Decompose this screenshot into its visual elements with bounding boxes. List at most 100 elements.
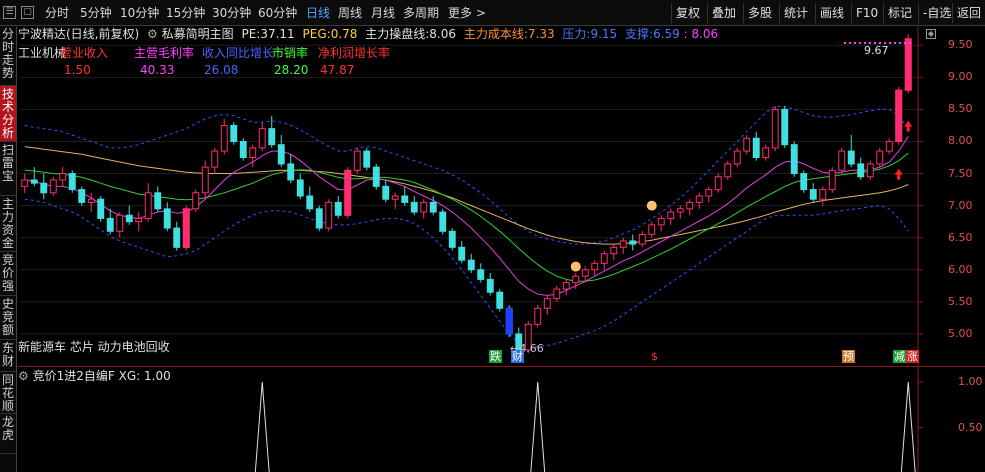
toolbar-button-1[interactable]: 叠加 [707,3,740,23]
toolbar-button-5[interactable]: F10 [851,3,882,23]
period-6[interactable]: 日线 [306,5,330,21]
candle[interactable] [857,163,865,178]
candle[interactable] [733,150,741,165]
candle[interactable] [277,144,285,165]
candle[interactable] [695,195,703,203]
candle[interactable] [762,147,770,159]
candle[interactable] [68,173,76,191]
candle[interactable] [809,189,817,200]
candle[interactable] [353,150,361,171]
left-tab-3[interactable]: 主力资金 [0,196,16,252]
candle[interactable] [562,282,570,290]
candle[interactable] [885,140,893,152]
candle[interactable] [125,214,133,223]
toolbar-button-4[interactable]: 画线 [815,3,848,23]
candle[interactable] [173,227,181,248]
candle[interactable] [372,166,380,187]
candle[interactable] [847,150,855,165]
close-icon[interactable]: ◆ [926,29,936,39]
event-marker-4[interactable]: 减 [893,350,906,363]
event-marker-5[interactable]: 涨 [906,350,919,363]
main-chart-pane[interactable]: 宁波精达(日线,前复权) ⚙ 私募简明主图 PE:37.11 PEG:0.78 … [18,26,985,366]
settings-icon[interactable]: ⚙ [147,27,158,41]
candle[interactable] [163,208,171,229]
period-4[interactable]: 30分钟 [212,5,251,21]
candle[interactable] [638,233,646,245]
left-tab-0[interactable]: 分时走势 [0,26,16,86]
toolbar-button-3[interactable]: 统计 [779,3,812,23]
candle[interactable] [382,185,390,200]
candle[interactable] [315,208,323,229]
candle[interactable] [600,253,608,264]
highlight-candle[interactable] [505,307,513,335]
candle[interactable] [211,150,219,168]
candle[interactable] [477,269,485,280]
candle[interactable] [458,246,466,261]
stock-name[interactable]: 宁波精达(日线,前复权) [18,27,139,41]
candle[interactable] [648,224,656,235]
candle[interactable] [686,201,694,210]
candle[interactable] [230,124,238,142]
candle[interactable] [40,182,48,194]
candle[interactable] [534,307,542,325]
event-marker-2[interactable]: $ [650,350,659,363]
candle[interactable] [106,217,114,232]
candle[interactable] [429,201,437,213]
candle[interactable] [30,179,38,184]
candle[interactable] [705,189,713,197]
candle[interactable] [619,240,627,248]
candle[interactable] [363,150,371,168]
period-5[interactable]: 60分钟 [258,5,297,21]
highlight-candle[interactable] [904,38,912,91]
candle[interactable] [249,147,257,159]
candle[interactable] [553,288,561,300]
left-tab-1[interactable]: 技术分析 [0,86,16,142]
candle[interactable] [239,140,247,159]
sub-indicator-title[interactable]: 竞价1进2自编F [33,369,115,383]
candle[interactable] [296,179,304,197]
event-marker-0[interactable]: 跌 [489,350,502,363]
candle[interactable] [154,192,162,210]
candle[interactable] [258,128,266,149]
candle[interactable] [724,163,732,178]
candle[interactable] [676,208,684,213]
left-tab-7[interactable]: 同花顺 [0,372,16,414]
candle[interactable] [800,173,808,191]
candle[interactable] [334,201,342,216]
candle[interactable] [401,195,409,203]
candle[interactable] [410,201,418,213]
candle[interactable] [667,211,675,219]
candle[interactable] [543,298,551,309]
candle[interactable] [116,214,124,232]
toolbar-button-6[interactable]: 标记 [883,3,916,23]
candle[interactable] [192,192,200,210]
period-8[interactable]: 月线 [371,5,395,21]
candle[interactable] [268,128,276,146]
candle[interactable] [439,211,447,232]
event-marker-3[interactable]: 预 [842,350,855,363]
candle[interactable] [391,195,399,200]
candle[interactable] [467,259,475,271]
left-tab-5[interactable]: 史竞额 [0,296,16,340]
candle[interactable] [287,163,295,181]
candle[interactable] [819,189,827,200]
sub-settings-icon[interactable]: ⚙ [18,369,29,383]
menu-icon[interactable]: ☰ [3,6,16,19]
indicator-name[interactable]: 私募简明主图 [162,27,234,41]
candle[interactable] [838,150,846,171]
candle[interactable] [790,144,798,175]
bubble-icon[interactable] [570,261,581,272]
candle[interactable] [771,108,779,149]
toolbar-button-8[interactable]: 返回 [952,3,985,23]
period-2[interactable]: 10分钟 [120,5,159,21]
window-icon[interactable]: ▢ [21,6,34,19]
sub-indicator-pane[interactable]: ⚙ 竞价1进2自编F XG: 1.00 1.00 0.50 [18,366,985,472]
candle[interactable] [743,137,751,152]
candle[interactable] [876,150,884,165]
candle[interactable] [78,189,86,203]
candle[interactable] [657,217,665,226]
candle[interactable] [781,108,789,146]
period-1[interactable]: 5分钟 [80,5,112,21]
bubble-icon[interactable] [646,200,657,211]
candle[interactable] [420,201,428,213]
